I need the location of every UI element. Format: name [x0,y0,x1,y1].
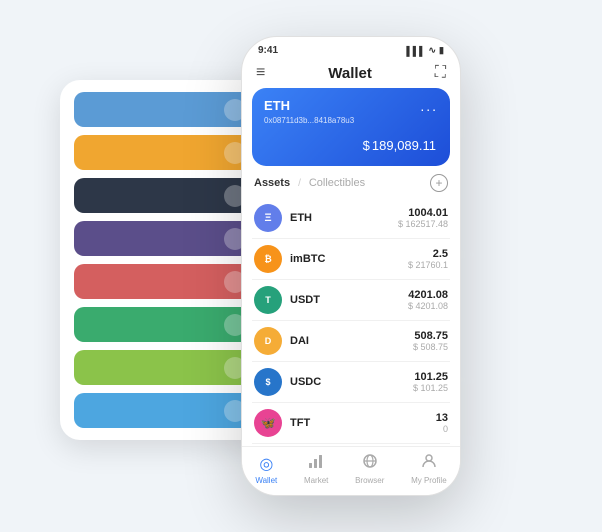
asset-amounts-imbtc: 2.5 $ 21760.1 [408,248,448,270]
card-ticker: ETH [264,98,290,113]
tft-usd: 0 [436,424,448,434]
color-strip [74,393,256,428]
asset-amounts-usdc: 101.25 $ 101.25 [413,371,448,393]
menu-icon[interactable]: ≡ [256,64,265,82]
profile-nav-label: My Profile [411,476,447,485]
tab-divider: / [298,178,301,189]
add-asset-button[interactable]: + [430,174,448,192]
page-title: Wallet [328,65,372,82]
dai-usd: $ 508.75 [413,342,448,352]
dai-icon: D [254,327,282,355]
asset-row-tft[interactable]: 🦋 TFT 13 0 [252,403,450,444]
browser-nav-icon [362,453,378,474]
color-strip [74,350,256,385]
usdt-icon: T [254,286,282,314]
profile-nav-icon [421,453,437,474]
usdc-usd: $ 101.25 [413,383,448,393]
color-strip [74,221,256,256]
assets-tabs: Assets / Collectibles [254,177,365,189]
wallet-card: ETH ... 0x08711d3b...8418a78u3 $189,089.… [252,88,450,166]
dai-amount: 508.75 [413,330,448,342]
balance-value: 189,089.11 [372,138,436,153]
asset-amounts-eth: 1004.01 $ 162517.48 [398,207,448,229]
nav-wallet[interactable]: ◎ Wallet [255,454,277,485]
eth-usd: $ 162517.48 [398,219,448,229]
asset-name-usdt: USDT [290,294,408,306]
tft-amount: 13 [436,412,448,424]
nav-profile[interactable]: My Profile [411,453,447,485]
asset-amounts-tft: 13 0 [436,412,448,434]
balance-symbol: $ [363,138,370,153]
tft-icon: 🦋 [254,409,282,437]
asset-row-usdc[interactable]: $ USDC 101.25 $ 101.25 [252,362,450,403]
tab-collectibles[interactable]: Collectibles [309,177,365,189]
imbtc-amount: 2.5 [408,248,448,260]
phone-mockup: 9:41 ▌▌▌ ∿ ▮ ≡ Wallet ⛶ ETH ... 0x08711d… [241,36,461,496]
imbtc-icon: ₿ [254,245,282,273]
color-strip [74,307,256,342]
asset-name-dai: DAI [290,335,413,347]
asset-amounts-usdt: 4201.08 $ 4201.08 [408,289,448,311]
status-icons: ▌▌▌ ∿ ▮ [406,45,444,56]
color-strip [74,92,256,127]
imbtc-usd: $ 21760.1 [408,260,448,270]
card-address: 0x08711d3b...8418a78u3 [264,116,438,125]
usdc-icon: $ [254,368,282,396]
assets-header: Assets / Collectibles + [242,174,460,198]
asset-row-imbtc[interactable]: ₿ imBTC 2.5 $ 21760.1 [252,239,450,280]
signal-icon: ▌▌▌ [406,46,425,56]
asset-list: Ξ ETH 1004.01 $ 162517.48 ₿ imBTC 2.5 $ … [242,198,460,446]
usdt-amount: 4201.08 [408,289,448,301]
color-strip [74,264,256,299]
wifi-icon: ∿ [429,45,437,56]
battery-icon: ▮ [439,45,444,56]
tab-assets[interactable]: Assets [254,177,290,189]
asset-name-usdc: USDC [290,376,413,388]
asset-row-eth[interactable]: Ξ ETH 1004.01 $ 162517.48 [252,198,450,239]
asset-name-tft: TFT [290,417,436,429]
asset-row-usdt[interactable]: T USDT 4201.08 $ 4201.08 [252,280,450,321]
time-label: 9:41 [258,45,278,56]
market-nav-icon [308,453,324,474]
color-strip [74,135,256,170]
bottom-nav: ◎ Wallet Market [242,446,460,495]
background-card [60,80,270,440]
wallet-nav-icon: ◎ [259,454,273,474]
card-menu-icon[interactable]: ... [420,98,438,114]
eth-icon: Ξ [254,204,282,232]
nav-market[interactable]: Market [304,453,328,485]
nav-bar: ≡ Wallet ⛶ [242,60,460,88]
card-balance: $189,089.11 [264,133,438,156]
usdt-usd: $ 4201.08 [408,301,448,311]
wallet-nav-label: Wallet [255,476,277,485]
market-nav-label: Market [304,476,328,485]
usdc-amount: 101.25 [413,371,448,383]
browser-nav-label: Browser [355,476,384,485]
eth-amount: 1004.01 [398,207,448,219]
asset-amounts-dai: 508.75 $ 508.75 [413,330,448,352]
status-bar: 9:41 ▌▌▌ ∿ ▮ [242,37,460,60]
asset-name-eth: ETH [290,212,398,224]
expand-icon[interactable]: ⛶ [435,64,446,82]
color-strip [74,178,256,213]
asset-row-dai[interactable]: D DAI 508.75 $ 508.75 [252,321,450,362]
asset-name-imbtc: imBTC [290,253,408,265]
nav-browser[interactable]: Browser [355,453,384,485]
